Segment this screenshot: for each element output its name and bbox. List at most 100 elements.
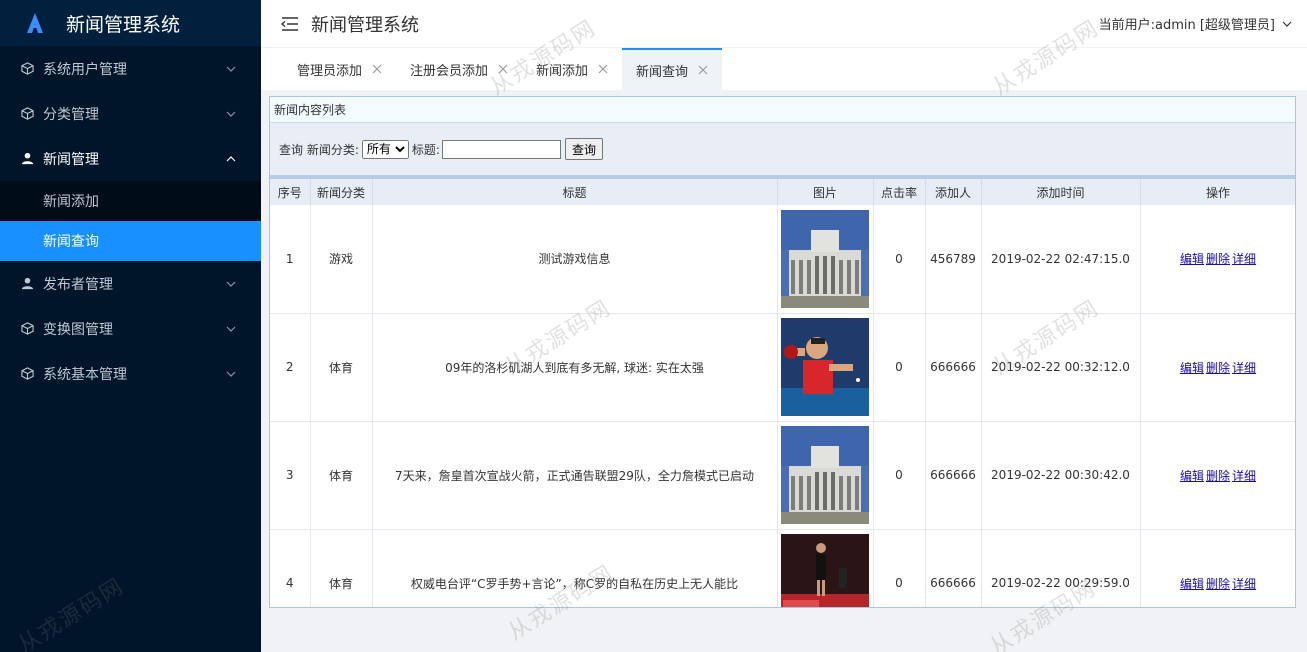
- cell-clicks: 0: [873, 313, 926, 422]
- sidebar-item-label: 系统用户管理: [43, 61, 127, 78]
- chevron-up-icon: [226, 155, 236, 161]
- detail-link[interactable]: 详细: [1232, 469, 1256, 483]
- detail-link[interactable]: 详细: [1232, 361, 1256, 375]
- edit-link[interactable]: 编辑: [1180, 252, 1204, 266]
- cell-actions: 编辑 删除 详细: [1140, 313, 1295, 422]
- delete-link[interactable]: 删除: [1206, 361, 1230, 375]
- panel-title: 新闻内容列表: [270, 97, 1295, 123]
- sidebar-item-label: 变换图管理: [43, 321, 113, 338]
- sidebar-subitem-news-query[interactable]: 新闻查询: [0, 221, 261, 261]
- cell-no: 4: [270, 529, 311, 607]
- chevron-down-icon: [226, 66, 236, 72]
- tab-news-add[interactable]: 新闻添加: [522, 48, 622, 90]
- chevron-down-icon: [226, 111, 236, 117]
- category-filter-label: 新闻分类:: [306, 142, 359, 157]
- tab-label: 新闻添加: [536, 63, 589, 79]
- column-header: 新闻分类: [310, 179, 373, 205]
- sidebar-item-publisher[interactable]: 发布者管理: [0, 261, 261, 306]
- delete-link[interactable]: 删除: [1206, 252, 1230, 266]
- sidebar-item-system-basic[interactable]: 系统基本管理: [0, 351, 261, 396]
- column-header: 序号: [270, 179, 311, 205]
- cell-category: 体育: [310, 313, 373, 422]
- query-button[interactable]: 查询: [564, 138, 603, 160]
- detail-link[interactable]: 详细: [1232, 577, 1256, 591]
- delete-link[interactable]: 删除: [1206, 577, 1230, 591]
- sidebar-item-label: 发布者管理: [43, 276, 113, 293]
- close-icon[interactable]: [372, 64, 382, 74]
- table-header-row: 序号 新闻分类 标题 图片 点击率 添加人 添加时间 操作: [270, 179, 1295, 205]
- tab-bar: 管理员添加 注册会员添加 新闻添加 新闻查询: [261, 48, 1307, 90]
- tab-member-add[interactable]: 注册会员添加: [396, 48, 522, 90]
- table-row: 4 体育 权威电台评“C罗手势+言论”，称C罗的自私在历史上无人能比 0 666…: [270, 529, 1295, 607]
- current-user-label: 当前用户:admin [超级管理员]: [1098, 18, 1275, 33]
- detail-link[interactable]: 详细: [1232, 252, 1256, 266]
- close-icon[interactable]: [598, 64, 608, 74]
- cell-title: 权威电台评“C罗手势+言论”，称C罗的自私在历史上无人能比: [372, 529, 778, 607]
- cell-clicks: 0: [873, 205, 926, 314]
- column-header: 标题: [372, 179, 778, 205]
- cell-no: 3: [270, 421, 311, 530]
- cell-time: 2019-02-22 00:29:59.0: [981, 529, 1141, 607]
- cell-title: 09年的洛杉矶湖人到底有多无解, 球迷: 实在太强: [372, 313, 778, 422]
- cube-icon: [20, 107, 34, 121]
- delete-link[interactable]: 删除: [1206, 469, 1230, 483]
- app-title: 新闻管理系统: [66, 13, 181, 36]
- table-row: 3 体育 7天来，詹皇首次宣战火箭，正式通告联盟29队，全力詹模式已启动 0 6…: [270, 421, 1295, 530]
- news-table: 序号 新闻分类 标题 图片 点击率 添加人 添加时间 操作 1 游戏 测试游戏信…: [270, 179, 1295, 607]
- cell-clicks: 0: [873, 529, 926, 607]
- user-icon: [20, 277, 34, 291]
- title-search-input[interactable]: [441, 139, 561, 159]
- title-filter-label: 标题:: [411, 142, 440, 157]
- column-header: 点击率: [873, 179, 926, 205]
- cell-author: 666666: [925, 421, 982, 530]
- cube-icon: [20, 62, 34, 76]
- table-row: 2 体育 09年的洛杉矶湖人到底有多无解, 球迷: 实在太强 0 666666 …: [270, 313, 1295, 422]
- query-prefix-label: 查询: [279, 142, 304, 157]
- cell-author: 666666: [925, 529, 982, 607]
- edit-link[interactable]: 编辑: [1180, 577, 1204, 591]
- sidebar-item-category[interactable]: 分类管理: [0, 91, 261, 136]
- tab-news-query[interactable]: 新闻查询: [622, 48, 723, 90]
- edit-link[interactable]: 编辑: [1180, 469, 1204, 483]
- cell-no: 1: [270, 205, 311, 314]
- edit-link[interactable]: 编辑: [1180, 361, 1204, 375]
- close-icon[interactable]: [698, 65, 708, 75]
- news-thumbnail-building: [781, 209, 869, 308]
- cell-title: 测试游戏信息: [372, 205, 778, 314]
- cell-no: 2: [270, 313, 311, 422]
- sidebar-item-news[interactable]: 新闻管理: [0, 136, 261, 181]
- cell-author: 666666: [925, 313, 982, 422]
- news-list-panel: 新闻内容列表 查询 新闻分类: 所有 标题: 查询 序号 新闻分类 标题 图片 …: [269, 96, 1296, 608]
- tab-label: 注册会员添加: [410, 63, 489, 79]
- cell-title: 7天来，詹皇首次宣战火箭，正式通告联盟29队，全力詹模式已启动: [372, 421, 778, 530]
- cell-category: 体育: [310, 421, 373, 530]
- sidebar-item-system-users[interactable]: 系统用户管理: [0, 46, 261, 91]
- cell-actions: 编辑 删除 详细: [1140, 529, 1295, 607]
- cell-image: [777, 529, 874, 607]
- cell-category: 体育: [310, 529, 373, 607]
- cell-time: 2019-02-22 00:30:42.0: [981, 421, 1141, 530]
- news-thumbnail-pingpong: [781, 318, 869, 416]
- brand: 新闻管理系统: [0, 0, 261, 46]
- table-row: 1 游戏 测试游戏信息 0 456789 2019-02-22 02:47:15…: [270, 205, 1295, 314]
- sidebar: 新闻管理系统 系统用户管理 分类管理 新闻管理 新闻添加 新闻查询 发布者管理 …: [0, 0, 261, 652]
- user-icon: [20, 152, 34, 166]
- cell-author: 456789: [925, 205, 982, 314]
- column-header: 图片: [777, 179, 874, 205]
- sidebar-subitem-news-add[interactable]: 新闻添加: [0, 181, 261, 221]
- sidebar-item-label: 新闻管理: [43, 151, 99, 168]
- menu-fold-icon[interactable]: [281, 16, 299, 32]
- content-bottom-area: [261, 608, 1307, 652]
- close-icon[interactable]: [498, 64, 508, 74]
- current-user-menu[interactable]: 当前用户:admin [超级管理员]: [1099, 14, 1293, 33]
- sidebar-item-carousel[interactable]: 变换图管理: [0, 306, 261, 351]
- column-header: 添加人: [925, 179, 982, 205]
- category-select[interactable]: 所有: [361, 139, 409, 159]
- tab-admin-add[interactable]: 管理员添加: [283, 48, 396, 90]
- cube-icon: [20, 322, 34, 336]
- cell-time: 2019-02-22 00:32:12.0: [981, 313, 1141, 422]
- cell-category: 游戏: [310, 205, 373, 314]
- cell-clicks: 0: [873, 421, 926, 530]
- tab-label: 管理员添加: [297, 63, 363, 79]
- chevron-down-icon: [226, 281, 236, 287]
